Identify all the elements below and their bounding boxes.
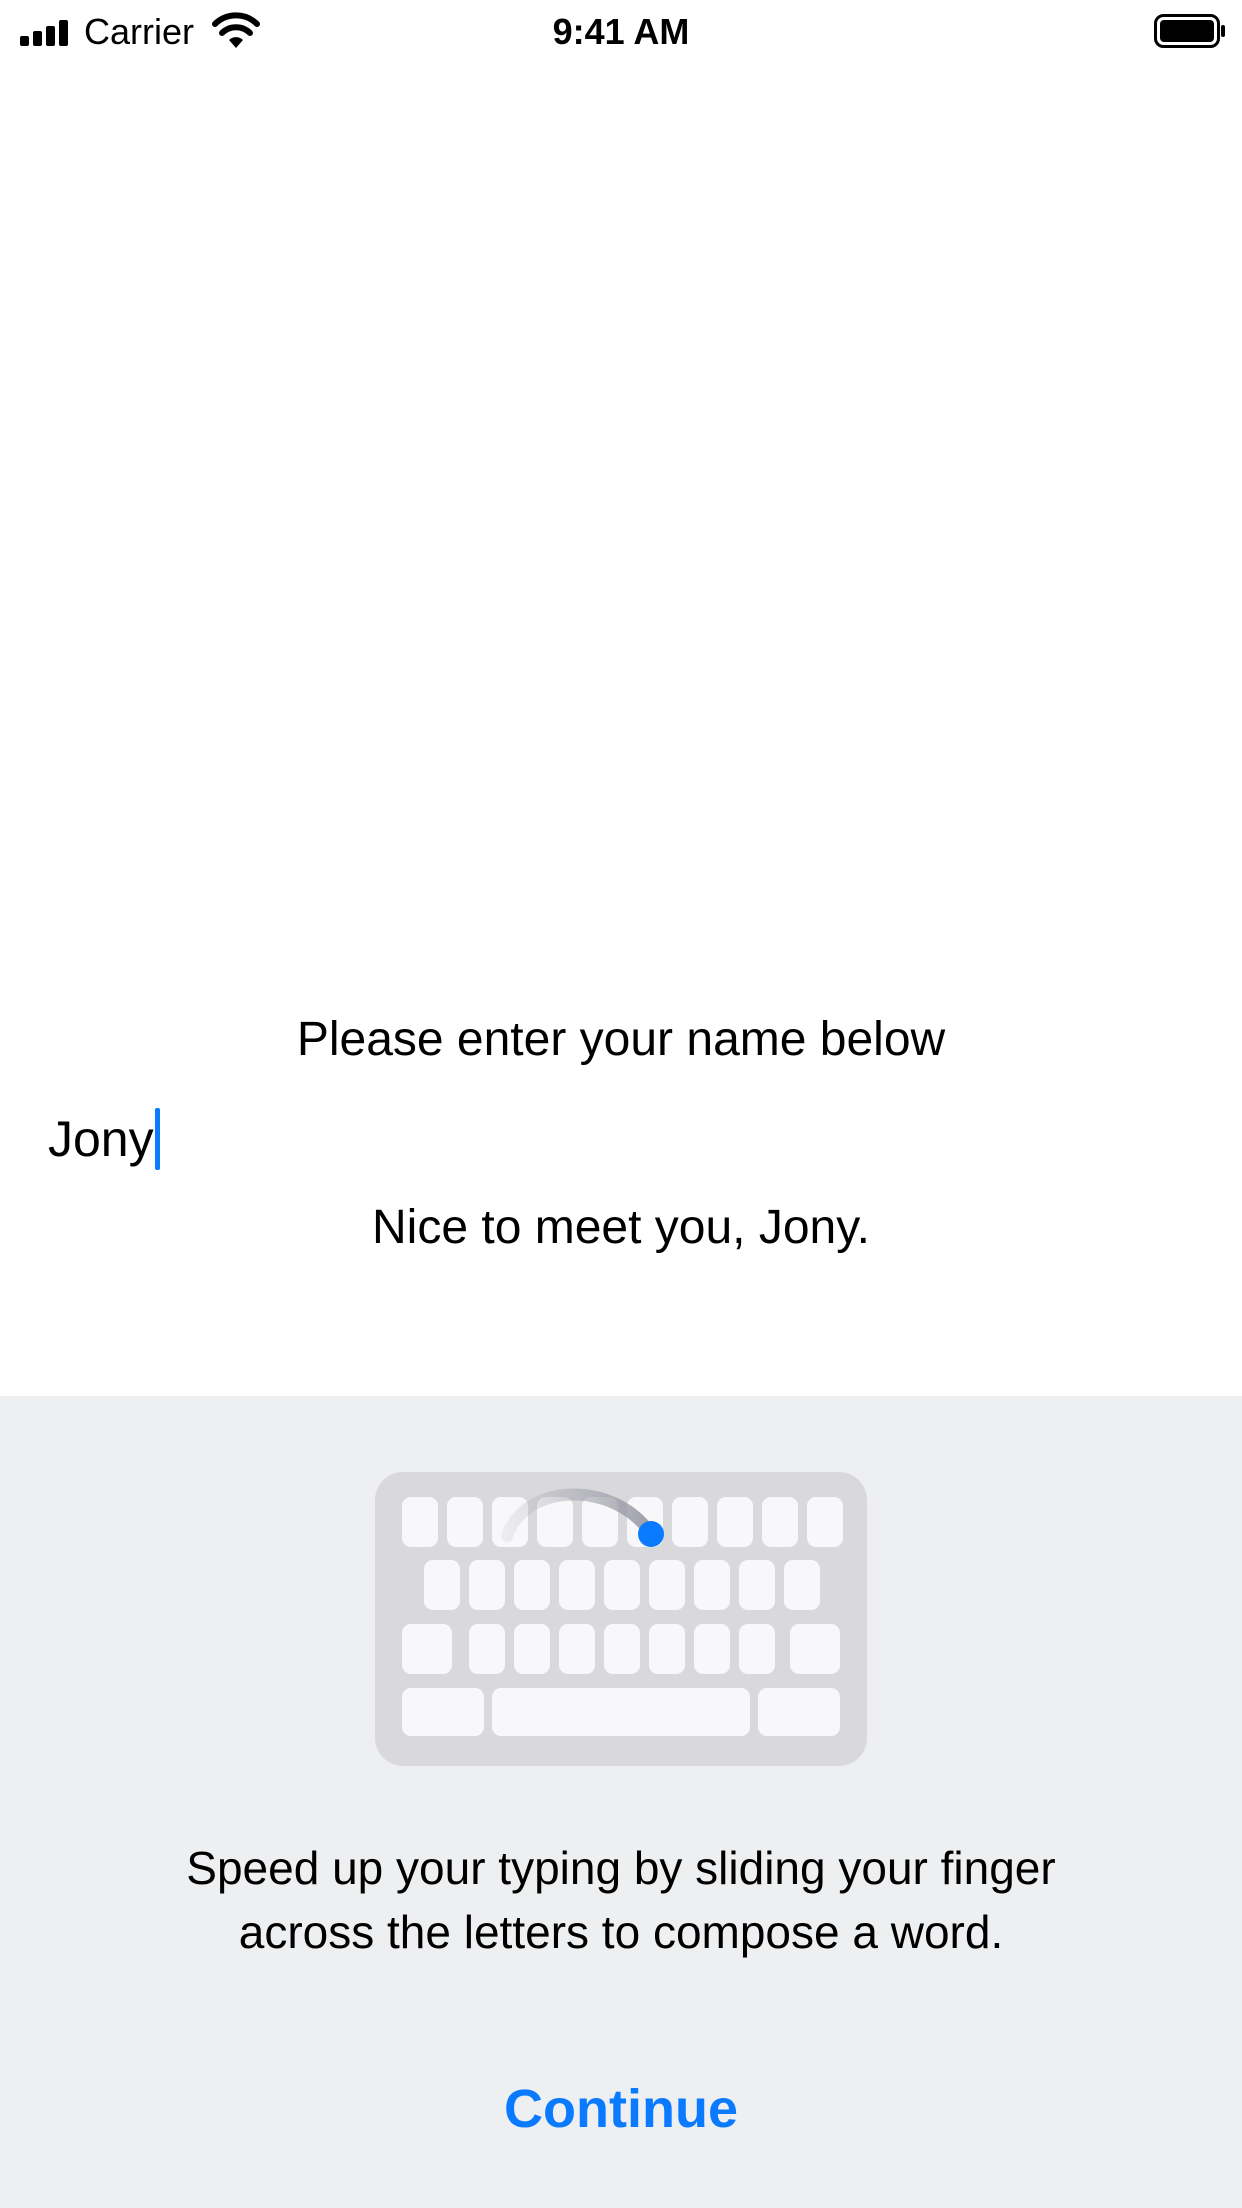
keyboard-key xyxy=(790,1624,840,1674)
keyboard-key xyxy=(402,1497,438,1547)
name-input[interactable]: Jony xyxy=(48,1105,1198,1173)
keyboard-key xyxy=(604,1624,640,1674)
name-prompt: Please enter your name below xyxy=(296,1013,946,1066)
keyboard-key xyxy=(492,1688,750,1736)
swipe-keyboard-icon xyxy=(375,1472,867,1766)
keyboard-key xyxy=(694,1560,730,1610)
keyboard-key xyxy=(807,1497,843,1547)
battery-icon xyxy=(1154,14,1225,48)
keyboard-key xyxy=(762,1497,798,1547)
swipe-tip-text: Speed up your typing by sliding your fin… xyxy=(0,1836,1242,1964)
keyboard-key xyxy=(604,1560,640,1610)
keyboard-key xyxy=(402,1624,452,1674)
keyboard-key xyxy=(672,1497,708,1547)
keyboard-key xyxy=(514,1560,550,1610)
keyboard-key xyxy=(758,1688,840,1736)
keyboard-key xyxy=(717,1497,753,1547)
name-input-value: Jony xyxy=(48,1111,154,1167)
keyboard-key xyxy=(559,1560,595,1610)
keyboard-key xyxy=(784,1560,820,1610)
status-time: 9:41 AM xyxy=(552,11,690,52)
keyboard-key xyxy=(649,1560,685,1610)
swipe-tip-line-1: Speed up your typing by sliding your fin… xyxy=(186,1842,1056,1894)
continue-button[interactable]: Continue xyxy=(0,2074,1242,2144)
status-bar: Carrier 9:41 AM xyxy=(0,0,1242,62)
greeting-text: Nice to meet you, Jony. xyxy=(372,1201,870,1254)
text-caret xyxy=(154,1108,160,1170)
keyboard-key xyxy=(739,1624,775,1674)
swipe-tip-line-2: across the letters to compose a word. xyxy=(238,1906,1004,1958)
keyboard-key xyxy=(649,1624,685,1674)
keyboard-key xyxy=(424,1560,460,1610)
swipe-tip-panel: Speed up your typing by sliding your fin… xyxy=(0,1396,1242,2208)
keyboard-key xyxy=(559,1624,595,1674)
keyboard-key xyxy=(402,1688,484,1736)
keyboard-key xyxy=(514,1624,550,1674)
keyboard-key xyxy=(469,1560,505,1610)
keyboard-key xyxy=(447,1497,483,1547)
keyboard-key xyxy=(694,1624,730,1674)
keyboard-key xyxy=(739,1560,775,1610)
keyboard-key xyxy=(469,1624,505,1674)
